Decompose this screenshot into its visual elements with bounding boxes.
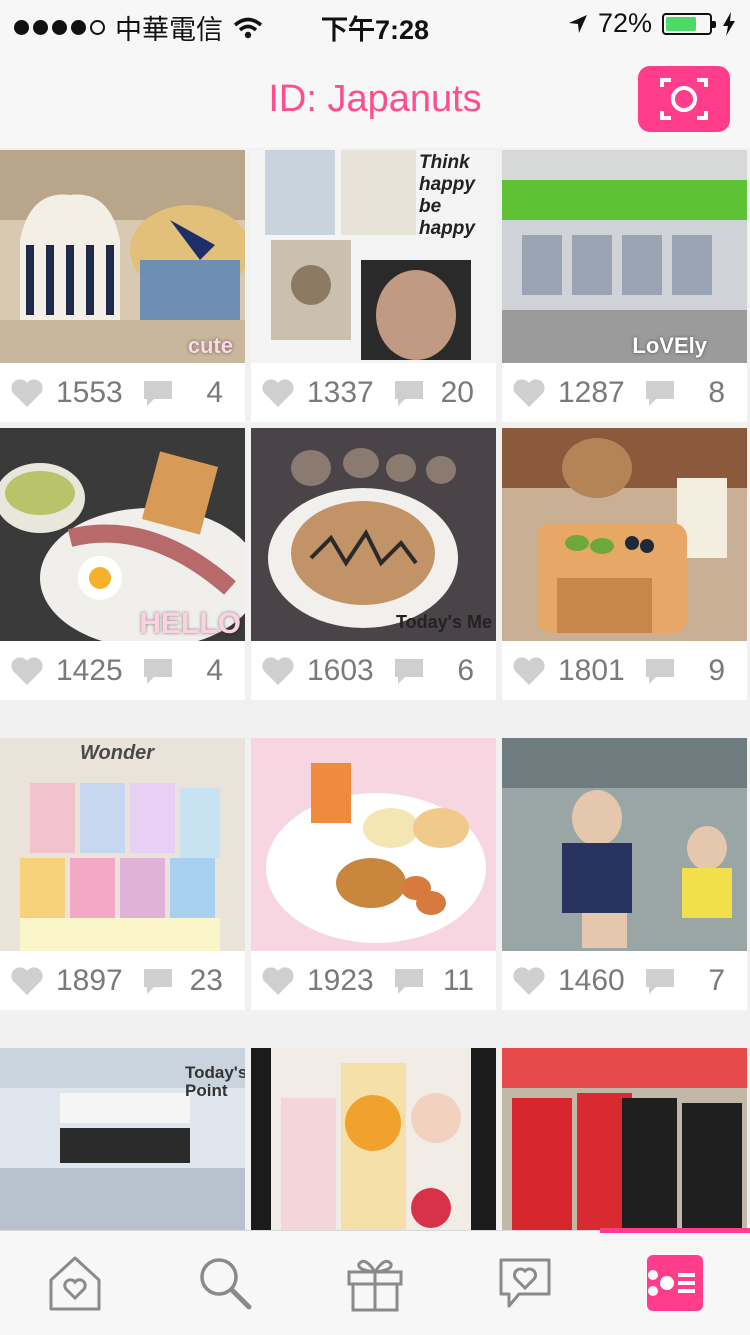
photo-thumbnail[interactable]: Think happy be happy (251, 150, 496, 363)
photo-grid: cute 1553 4 Think happy be happy 1337 20… (0, 150, 750, 1230)
tab-profile[interactable] (600, 1231, 750, 1335)
battery-level (666, 16, 697, 31)
heart-icon[interactable] (512, 656, 546, 686)
heart-icon[interactable] (261, 378, 295, 408)
photo-card[interactable]: 1923 11 (251, 738, 496, 1010)
status-right: 72% (568, 8, 736, 39)
photo-thumbnail[interactable] (502, 1048, 747, 1230)
tab-gift[interactable] (300, 1231, 450, 1335)
heart-icon[interactable] (10, 966, 44, 996)
comments-count: 4 (206, 375, 223, 409)
heart-icon[interactable] (10, 378, 44, 408)
battery-percent: 72% (597, 8, 652, 38)
heart-icon[interactable] (261, 656, 295, 686)
photo-thumbnail[interactable] (502, 738, 747, 951)
camera-frame-icon (660, 78, 708, 120)
likes-count: 1460 (558, 963, 625, 997)
photo-thumbnail[interactable]: LoVEly (502, 150, 747, 363)
photo-thumbnail[interactable] (502, 428, 747, 641)
photo-card[interactable]: 1460 7 (502, 738, 747, 1010)
photo-caption: Wonder (80, 742, 155, 764)
tab-home[interactable] (0, 1231, 150, 1335)
comment-icon[interactable] (393, 967, 425, 995)
photo-stats: 1460 7 (502, 951, 747, 1010)
comment-icon[interactable] (644, 379, 676, 407)
chat-heart-icon (499, 1258, 551, 1308)
photo-stats: 1897 23 (0, 951, 245, 1010)
likes-count: 1603 (307, 653, 374, 687)
photo-thumbnail[interactable]: Wonder (0, 738, 245, 951)
photo-card[interactable]: Today's Me 1603 6 (251, 428, 496, 700)
comment-icon[interactable] (142, 657, 174, 685)
heart-icon[interactable] (10, 656, 44, 686)
photo-thumbnail[interactable]: HELLO (0, 428, 245, 641)
likes-count: 1287 (558, 375, 625, 409)
comments-count: 8 (708, 375, 725, 409)
photo-card[interactable] (251, 1048, 496, 1230)
photo-thumbnail[interactable]: Today's Me (251, 428, 496, 641)
heart-icon[interactable] (261, 966, 295, 996)
photo-thumbnail[interactable] (251, 1048, 496, 1230)
comments-count: 20 (440, 375, 474, 409)
photo-card[interactable]: cute 1553 4 (0, 150, 245, 422)
tab-messages[interactable] (450, 1231, 600, 1335)
photo-card[interactable]: Wonder 1897 23 (0, 738, 245, 1010)
heart-icon[interactable] (512, 966, 546, 996)
comments-count: 9 (708, 653, 725, 687)
tab-search[interactable] (150, 1231, 300, 1335)
photo-caption: Today's Me (396, 612, 492, 632)
comment-icon[interactable] (142, 379, 174, 407)
likes-count: 1337 (307, 375, 374, 409)
heart-icon[interactable] (512, 378, 546, 408)
photo-thumbnail[interactable]: Today's Point (0, 1048, 245, 1230)
photo-caption: Today's Point (185, 1063, 245, 1100)
tab-bar (0, 1228, 750, 1335)
photo-card[interactable]: HELLO 1425 4 (0, 428, 245, 700)
comment-icon[interactable] (644, 967, 676, 995)
likes-count: 1425 (56, 653, 123, 687)
photo-stats: 1553 4 (0, 363, 245, 422)
battery-icon (662, 12, 716, 35)
likes-count: 1553 (56, 375, 123, 409)
photo-stats: 1923 11 (251, 951, 496, 1010)
photo-caption: LoVEly (632, 333, 707, 358)
photo-thumbnail[interactable]: cute (0, 150, 245, 363)
status-bar: 中華電信 下午7:28 72% (0, 0, 750, 50)
comments-count: 6 (457, 653, 474, 687)
comments-count: 7 (708, 963, 725, 997)
photo-stats: 1603 6 (251, 641, 496, 700)
comment-icon[interactable] (644, 657, 676, 685)
profile-card-icon (647, 1255, 703, 1311)
camera-button[interactable] (638, 66, 730, 132)
comments-count: 23 (189, 963, 223, 997)
photo-caption: Think happy be happy (419, 152, 475, 239)
likes-count: 1923 (307, 963, 374, 997)
gift-icon (347, 1259, 403, 1312)
comment-icon[interactable] (393, 657, 425, 685)
photo-card[interactable]: 1801 9 (502, 428, 747, 700)
photo-stats: 1337 20 (251, 363, 496, 422)
photo-card[interactable]: LoVEly 1287 8 (502, 150, 747, 422)
photo-caption: cute (187, 333, 233, 358)
photo-stats: 1425 4 (0, 641, 245, 700)
charging-bolt-icon (723, 11, 735, 36)
photo-card[interactable] (502, 1048, 747, 1230)
comments-count: 11 (442, 963, 474, 997)
home-heart-icon (49, 1256, 101, 1311)
comment-icon[interactable] (142, 967, 174, 995)
likes-count: 1801 (558, 653, 625, 687)
photo-thumbnail[interactable] (251, 738, 496, 951)
search-icon (200, 1258, 252, 1310)
comments-count: 4 (206, 653, 223, 687)
photo-card[interactable]: Today's Point (0, 1048, 245, 1230)
nav-header: ID: Japanuts (0, 50, 750, 148)
location-arrow-icon (568, 14, 587, 33)
photo-caption: HELLO (139, 607, 241, 640)
photo-card[interactable]: Think happy be happy 1337 20 (251, 150, 496, 422)
photo-stats: 1287 8 (502, 363, 747, 422)
photo-stats: 1801 9 (502, 641, 747, 700)
comment-icon[interactable] (393, 379, 425, 407)
likes-count: 1897 (56, 963, 123, 997)
